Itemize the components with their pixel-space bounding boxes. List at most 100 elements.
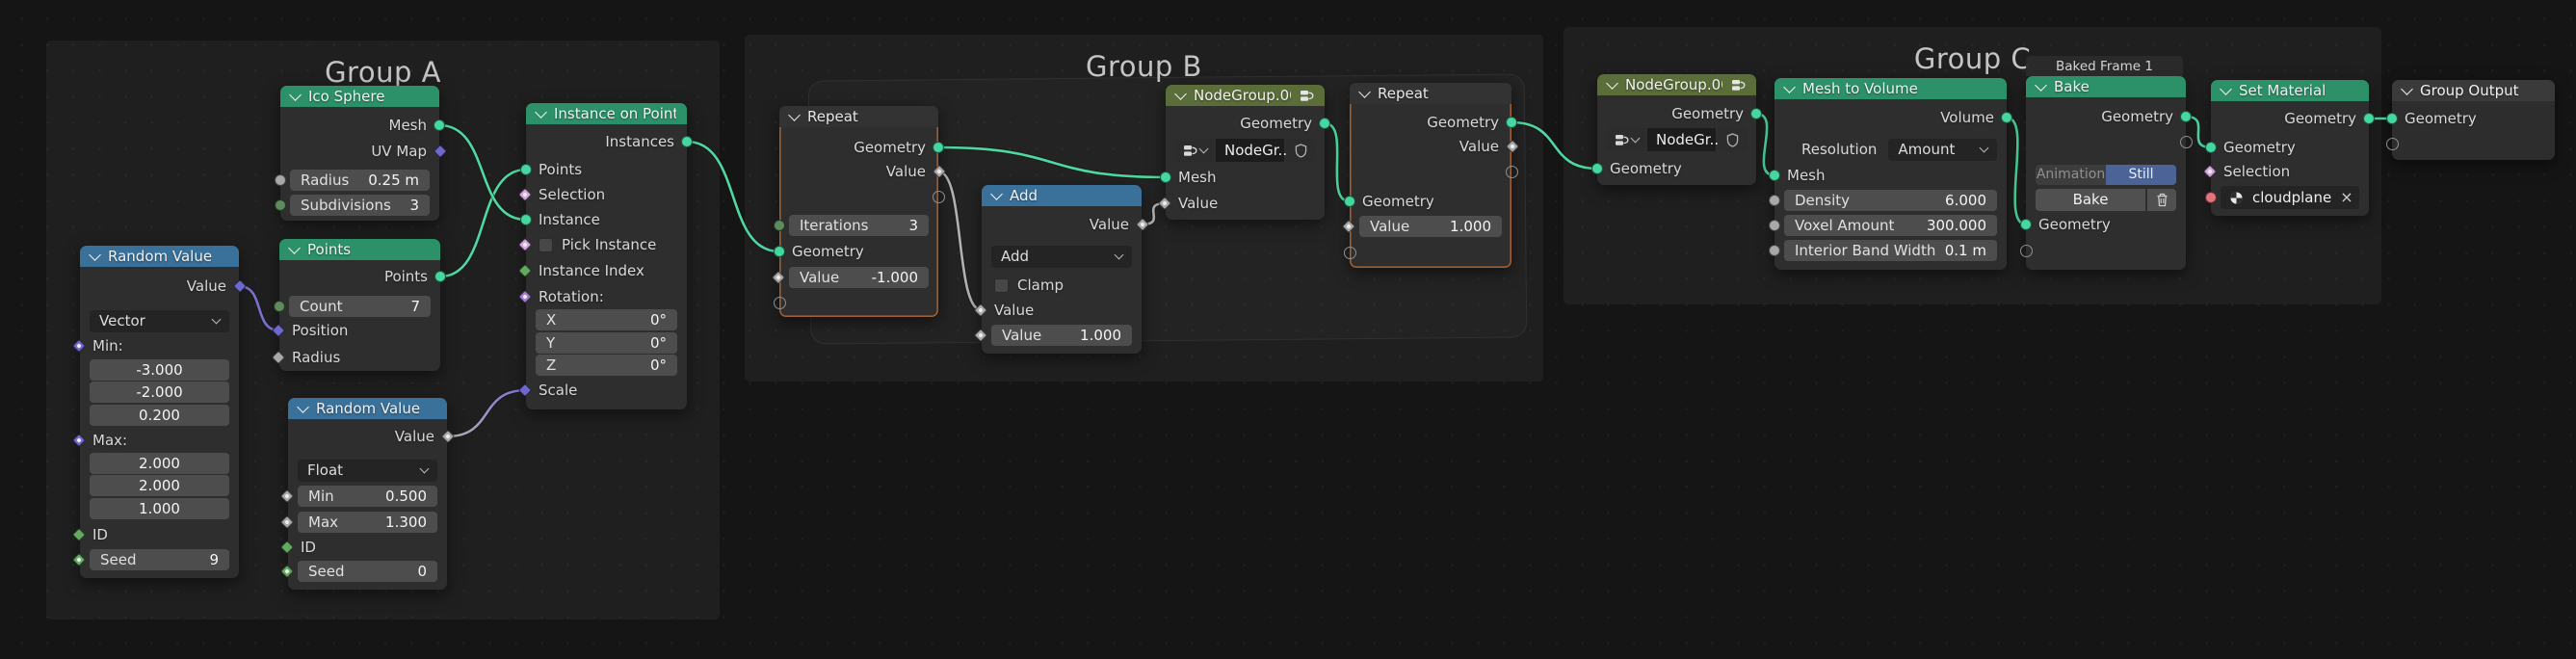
node-group-output[interactable]: Group Output Geometry bbox=[2392, 80, 2555, 160]
socket-points[interactable] bbox=[434, 271, 446, 282]
socket-row-value[interactable]: Value bbox=[1350, 134, 1511, 159]
collapse-chevron-icon[interactable] bbox=[2220, 83, 2232, 95]
socket-row-points[interactable]: Points bbox=[279, 264, 440, 289]
extend-socket[interactable] bbox=[774, 297, 786, 309]
node-repeat-input[interactable]: RepeatGeometryValueIterations3GeometryVa… bbox=[779, 106, 938, 317]
socket-geometry[interactable] bbox=[1344, 196, 1355, 207]
socket-interior-band-width[interactable] bbox=[1769, 245, 1780, 256]
socket-row-value[interactable]: Value bbox=[779, 159, 938, 184]
socket-volume[interactable] bbox=[2001, 112, 2012, 123]
socket-row-selection[interactable]: Selection bbox=[2211, 159, 2369, 184]
socket-instance[interactable] bbox=[520, 214, 532, 225]
node-header[interactable]: Group Output bbox=[2392, 80, 2555, 101]
checkbox-pick-instance[interactable] bbox=[539, 238, 553, 252]
field-z[interactable]: Z0° bbox=[536, 355, 677, 376]
field-min[interactable]: Min0.500 bbox=[298, 486, 437, 507]
node-header[interactable]: NodeGroup.001 bbox=[1166, 85, 1325, 106]
node-header[interactable]: Bake bbox=[2026, 76, 2186, 97]
field-3-000[interactable]: -3.000 bbox=[90, 359, 229, 381]
socket-row-geometry[interactable]: Geometry bbox=[2026, 212, 2186, 237]
node-tree-browse-button[interactable] bbox=[1175, 139, 1214, 162]
collapse-chevron-icon[interactable] bbox=[1358, 86, 1371, 98]
field-seed[interactable]: Seed0 bbox=[298, 561, 437, 582]
node-header[interactable]: Mesh to Volume bbox=[1774, 78, 2007, 99]
node-ico-sphere[interactable]: Ico SphereMeshUV MapRadius0.25 mSubdivis… bbox=[280, 86, 439, 221]
extend-socket[interactable] bbox=[2180, 136, 2193, 148]
socket-row-geometry[interactable]: Geometry bbox=[1166, 111, 1325, 136]
field-x[interactable]: X0° bbox=[536, 309, 677, 330]
socket-geometry[interactable] bbox=[1591, 163, 1603, 174]
socket-row-mesh[interactable]: Mesh bbox=[1774, 163, 2007, 188]
collapse-chevron-icon[interactable] bbox=[288, 242, 301, 254]
socket-row-scale[interactable]: Scale bbox=[526, 378, 687, 403]
node-header[interactable]: NodeGroup.002 bbox=[1597, 74, 1756, 95]
collapse-chevron-icon[interactable] bbox=[1606, 77, 1618, 90]
bake-button[interactable]: Bake bbox=[2036, 189, 2145, 211]
collapse-chevron-icon[interactable] bbox=[2401, 83, 2413, 95]
socket-row-radius[interactable]: Radius bbox=[279, 345, 440, 370]
node-mesh-to-volume[interactable]: Mesh to VolumeVolumeResolutionAmountMesh… bbox=[1774, 78, 2007, 270]
socket-row-value[interactable]: Value bbox=[982, 298, 1142, 323]
clear-material-x-button[interactable]: × bbox=[2340, 190, 2353, 205]
socket-row-value[interactable]: Value bbox=[288, 424, 447, 449]
node-instance-on-points[interactable]: Instance on PointsInstancesPointsSelecti… bbox=[526, 103, 687, 409]
field-interior-band-width[interactable]: Interior Band Width0.1 m bbox=[1784, 240, 1997, 261]
node-repeat-output[interactable]: RepeatGeometryValueGeometryValue1.000 bbox=[1350, 83, 1511, 268]
node-header[interactable]: Random Value bbox=[288, 398, 447, 419]
dropdown-vector[interactable]: Vector bbox=[90, 310, 229, 332]
socket-row-instances[interactable]: Instances bbox=[526, 129, 687, 154]
node-header[interactable]: Random Value bbox=[80, 246, 239, 267]
field-2-000[interactable]: -2.000 bbox=[90, 382, 229, 403]
socket-row-geometry[interactable]: Geometry bbox=[2211, 135, 2369, 160]
segment-animation[interactable]: Animation bbox=[2036, 165, 2106, 185]
node-random-value-1[interactable]: Random ValueValueVectorMin:-3.000-2.0000… bbox=[80, 246, 239, 578]
material-field[interactable]: cloudplane× bbox=[2221, 186, 2359, 209]
node-header[interactable]: Repeat bbox=[779, 106, 938, 127]
socket-row-geometry[interactable]: Geometry bbox=[1597, 101, 1756, 126]
socket-row-value[interactable]: Value bbox=[1166, 191, 1325, 216]
socket-row-geometry[interactable]: Geometry bbox=[2211, 106, 2369, 131]
socket-count[interactable] bbox=[274, 301, 285, 312]
field-0-200[interactable]: 0.200 bbox=[90, 405, 229, 426]
dropdown-add[interactable]: Add bbox=[991, 246, 1132, 268]
socket-radius[interactable] bbox=[275, 174, 286, 186]
socket-row-mesh[interactable]: Mesh bbox=[280, 113, 439, 138]
socket-geometry[interactable] bbox=[1506, 117, 1517, 128]
field-voxel-amount[interactable]: Voxel Amount300.000 bbox=[1784, 215, 1997, 236]
socket-row-points[interactable]: Points bbox=[526, 157, 687, 182]
field-radius[interactable]: Radius0.25 m bbox=[290, 170, 430, 191]
extend-socket[interactable] bbox=[1506, 166, 1518, 178]
checkbox-row-clamp[interactable]: Clamp bbox=[982, 273, 1142, 298]
checkbox-clamp[interactable] bbox=[994, 278, 1009, 293]
node-header[interactable]: Points bbox=[279, 239, 440, 260]
collapse-chevron-icon[interactable] bbox=[788, 109, 801, 121]
datablock-selector[interactable]: NodeGr... bbox=[1175, 139, 1315, 162]
socket-subdivisions[interactable] bbox=[275, 199, 286, 211]
socket-geometry[interactable] bbox=[2363, 113, 2375, 124]
socket-row-selection[interactable]: Selection bbox=[526, 182, 687, 207]
node-bake[interactable]: BakeGeometryAnimationStillBakeGeometry bbox=[2026, 76, 2186, 270]
socket-row-geometry[interactable]: Geometry bbox=[2392, 106, 2555, 131]
node-points[interactable]: PointsPointsCount7PositionRadius bbox=[279, 239, 440, 371]
socket-geometry[interactable] bbox=[1319, 118, 1330, 129]
fake-user-shield-button[interactable] bbox=[1718, 128, 1747, 151]
socket-row-value[interactable]: Value bbox=[982, 212, 1142, 237]
socket-row-geometry[interactable]: Geometry bbox=[2026, 104, 2186, 129]
checkbox-row-pick-instance[interactable]: Pick Instance bbox=[526, 232, 687, 257]
node-random-value-2[interactable]: Random ValueValueFloatMin0.500Max1.300ID… bbox=[288, 398, 447, 590]
socket-geometry[interactable] bbox=[774, 246, 785, 257]
socket-row-position[interactable]: Position bbox=[279, 318, 440, 343]
socket-geometry[interactable] bbox=[1750, 108, 1762, 119]
node-header[interactable]: Repeat bbox=[1350, 83, 1511, 104]
socket-row-instance-index[interactable]: Instance Index bbox=[526, 258, 687, 283]
extend-socket[interactable] bbox=[1344, 247, 1356, 259]
collapse-chevron-icon[interactable] bbox=[1174, 88, 1187, 100]
socket-points[interactable] bbox=[520, 164, 532, 175]
field-value[interactable]: Value1.000 bbox=[1359, 216, 1502, 237]
field-value[interactable]: Value-1.000 bbox=[789, 267, 929, 288]
field-y[interactable]: Y0° bbox=[536, 332, 677, 354]
socket-row-geometry[interactable]: Geometry bbox=[1350, 110, 1511, 135]
extend-socket[interactable] bbox=[2386, 138, 2399, 150]
field-iterations[interactable]: Iterations3 bbox=[789, 215, 929, 236]
node-header[interactable]: Set Material bbox=[2211, 80, 2369, 101]
